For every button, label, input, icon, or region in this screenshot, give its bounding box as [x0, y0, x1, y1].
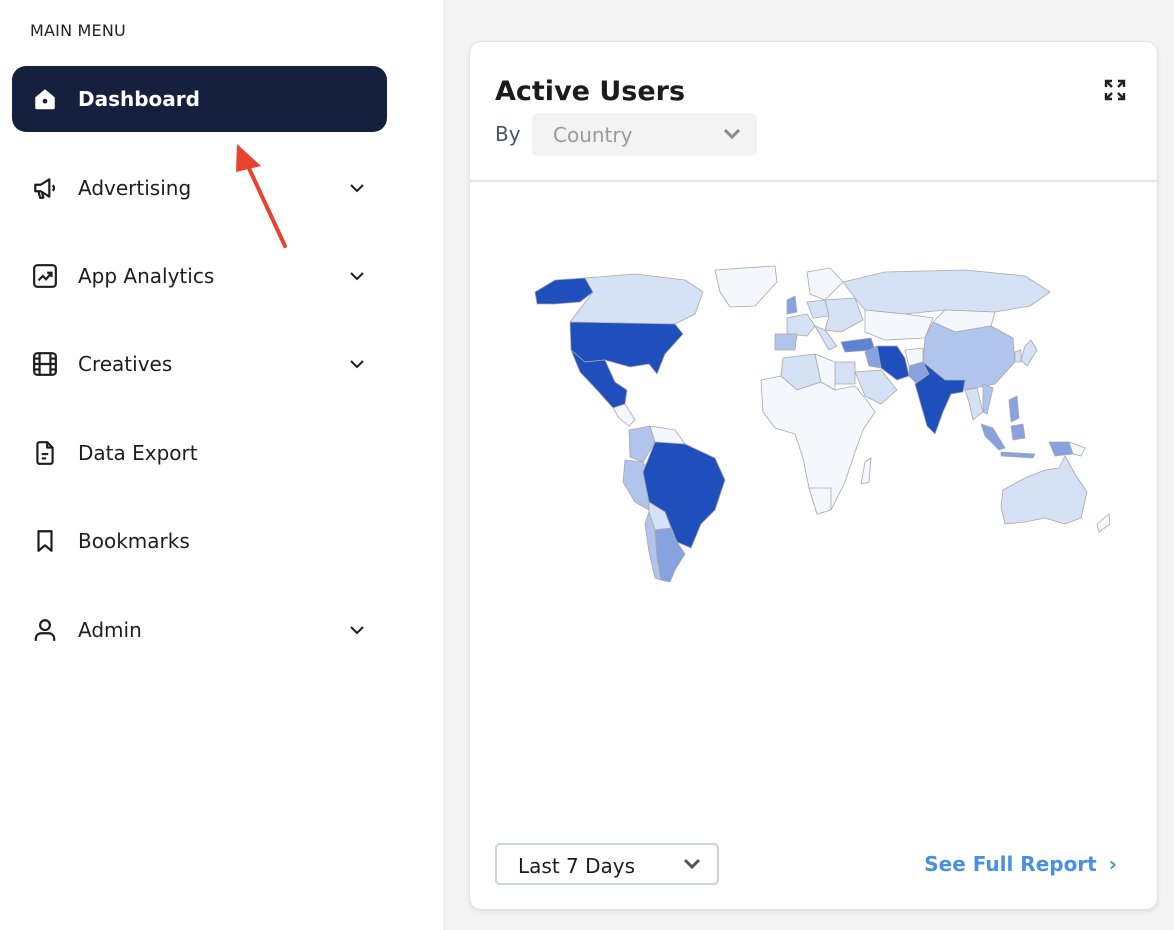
chevron-down-icon [723, 125, 741, 144]
country-indonesia-java [1000, 451, 1036, 459]
country-uk [786, 295, 798, 315]
chart-trend-icon [31, 262, 59, 290]
chevron-down-icon[interactable] [346, 265, 368, 287]
sidebar-item-label: Dashboard [78, 87, 200, 111]
sidebar-item-app-analytics[interactable]: App Analytics [12, 243, 387, 309]
country-greenland [714, 265, 778, 308]
country-russia [842, 269, 1051, 315]
sidebar-item-label: Advertising [78, 176, 192, 200]
country-philippines [1008, 395, 1020, 423]
chevron-right-icon: › [1108, 852, 1117, 876]
main-content: Active Users By Country Last 7 Days See … [443, 0, 1174, 930]
chevron-down-icon [683, 855, 701, 874]
country-east-europe [824, 297, 864, 333]
megaphone-icon [31, 174, 59, 202]
country-korea [1014, 349, 1022, 363]
country-spain [774, 333, 798, 351]
sidebar-item-label: Admin [78, 618, 142, 642]
sidebar-item-data-export[interactable]: Data Export [12, 420, 387, 486]
country-alaska [534, 277, 594, 305]
country-japan [1020, 339, 1038, 367]
main-menu-heading: MAIN MENU [30, 21, 126, 40]
sidebar-item-label: App Analytics [78, 264, 215, 288]
country-new-zealand [1096, 513, 1110, 533]
country-vietnam [982, 383, 994, 415]
card-title: Active Users [495, 76, 686, 107]
country-south-africa [808, 487, 832, 515]
film-icon [31, 350, 59, 378]
date-range-value: Last 7 Days [518, 854, 636, 878]
sidebar-item-bookmarks[interactable]: Bookmarks [12, 508, 387, 574]
country-canada [569, 273, 704, 325]
country-egypt [834, 361, 856, 385]
dimension-select-value: Country [553, 123, 633, 147]
country-central-america [612, 403, 636, 427]
see-full-report-link[interactable]: See Full Report › [924, 852, 1117, 876]
bookmark-icon [31, 527, 59, 555]
country-indonesia-sumatra [980, 423, 1006, 451]
expand-icon[interactable] [1103, 78, 1127, 102]
country-madagascar [860, 457, 872, 485]
sidebar-item-admin[interactable]: Admin [12, 597, 387, 663]
sidebar: MAIN MENU Dashboard Advertising App Anal… [0, 0, 443, 930]
chevron-down-icon[interactable] [346, 353, 368, 375]
header-divider [470, 180, 1157, 182]
sidebar-item-label: Bookmarks [78, 529, 190, 553]
country-thailand [964, 387, 984, 421]
document-icon [31, 439, 59, 467]
sidebar-item-advertising[interactable]: Advertising [12, 155, 387, 221]
country-indonesia-borneo [1010, 423, 1026, 441]
chevron-down-icon[interactable] [346, 177, 368, 199]
user-icon [31, 616, 59, 644]
sidebar-item-dashboard[interactable]: Dashboard [12, 66, 387, 132]
country-kazakhstan [864, 309, 934, 341]
country-scandinavia [806, 267, 844, 301]
sidebar-item-label: Data Export [78, 441, 198, 465]
home-icon [31, 85, 59, 113]
date-range-select[interactable]: Last 7 Days [495, 843, 719, 885]
sidebar-item-creatives[interactable]: Creatives [12, 331, 387, 397]
see-full-report-label: See Full Report [924, 852, 1097, 876]
chevron-down-icon[interactable] [346, 619, 368, 641]
sidebar-item-label: Creatives [78, 352, 173, 376]
annotation-arrow [236, 144, 287, 248]
active-users-card: Active Users By Country Last 7 Days See … [469, 41, 1158, 910]
by-label: By [495, 122, 521, 146]
world-choropleth-map[interactable] [525, 262, 1110, 582]
dimension-select[interactable]: Country [532, 113, 757, 156]
country-france [786, 313, 816, 337]
country-australia [1000, 455, 1088, 525]
